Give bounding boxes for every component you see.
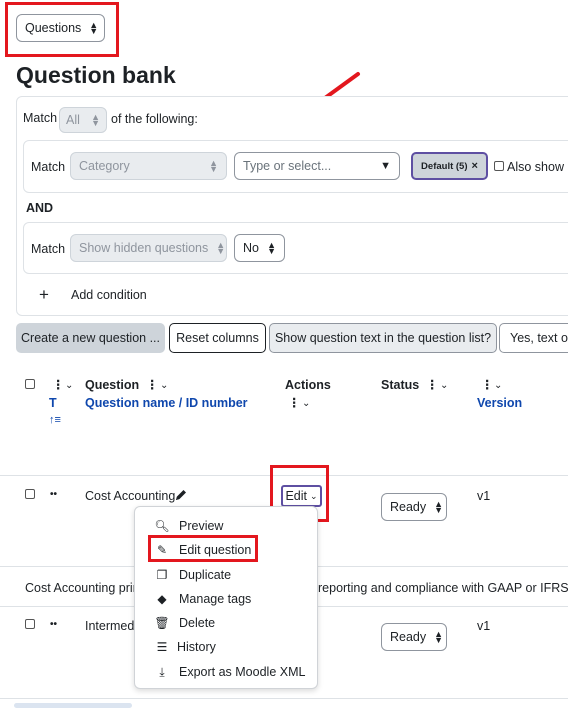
drag-handle-icon[interactable]: ••	[50, 489, 57, 500]
sort-updown-icon: ▲ ▼	[89, 20, 99, 36]
reset-columns-button[interactable]: Reset columns	[169, 323, 266, 353]
chevron-down-icon: ⌄	[310, 490, 318, 501]
condition-match-label: Match	[31, 242, 66, 256]
sort-updown-icon: ▲ ▼	[91, 112, 100, 128]
and-label: AND	[26, 201, 54, 215]
menu-item-label: Manage tags	[179, 592, 252, 606]
hidden-value-label: No	[243, 241, 259, 255]
actions-column-header: Actions	[285, 378, 331, 392]
menu-item-label: Duplicate	[179, 568, 232, 582]
chevron-down-icon[interactable]: ⌄	[302, 398, 310, 409]
match-all-label: All	[66, 113, 80, 127]
select-all-checkbox[interactable]	[25, 379, 35, 389]
sort-updown-icon: ▲ ▼	[267, 240, 276, 256]
row-checkbox[interactable]	[25, 619, 35, 629]
menu-item-label: History	[177, 640, 216, 654]
column-menu-icon[interactable]: ⋮	[426, 377, 438, 392]
of-following-label: of the following:	[111, 112, 198, 126]
zoom-icon: 🔍︎	[154, 519, 170, 533]
page-title: Question bank	[16, 62, 176, 88]
chevron-down-icon[interactable]: ⌄	[440, 380, 448, 391]
plus-icon: +	[39, 285, 49, 304]
version-value: v1	[477, 489, 491, 503]
show-question-text-button[interactable]: Show question text in the question list?	[269, 323, 497, 353]
status-select[interactable]: Ready ▲ ▼	[381, 493, 447, 521]
question-text-preview: Cost Accounting prin	[25, 581, 140, 595]
menu-item-label: Export as Moodle XML	[179, 665, 306, 679]
category-type-placeholder: Type or select...	[243, 159, 332, 173]
menu-item-label: Delete	[179, 616, 216, 630]
chip-label: Default (5)	[421, 160, 468, 172]
hidden-questions-label: Show hidden questions	[79, 241, 209, 255]
download-icon: ⤓	[159, 664, 165, 679]
menu-item-label: Preview	[179, 519, 224, 533]
status-select-label: Ready	[390, 630, 427, 644]
question-name-sort-link[interactable]: Question name / ID number	[85, 396, 248, 410]
table-divider	[0, 698, 568, 699]
version-column-header[interactable]: Version	[477, 396, 522, 410]
status-column-header: Status	[381, 378, 420, 392]
sort-icon[interactable]: ↑≡	[49, 414, 61, 426]
question-name: Cost Accounting	[85, 489, 176, 503]
hidden-value-select[interactable]: No ▲ ▼	[234, 234, 285, 262]
type-column-header[interactable]: T	[49, 396, 57, 410]
scrollbar-thumb[interactable]	[14, 703, 132, 708]
add-condition-button[interactable]: + Add condition	[36, 285, 147, 305]
sort-updown-icon: ▲ ▼	[209, 158, 218, 174]
questions-select-label: Questions	[25, 21, 82, 35]
category-type-input[interactable]: Type or select... ▼	[234, 152, 400, 180]
menu-item-manage-tags[interactable]: ◆ Manage tags	[135, 587, 317, 611]
drag-handle-icon[interactable]: ••	[50, 619, 57, 630]
edit-menu-label: Edit	[285, 489, 307, 503]
dropdown-triangle-icon: ▼	[380, 160, 391, 172]
row-checkbox[interactable]	[25, 489, 35, 499]
trash-icon: 🗑︎	[154, 616, 170, 630]
menu-item-preview[interactable]: 🔍︎ Preview	[135, 514, 317, 538]
menu-item-export-xml[interactable]: ⤓ Export as Moodle XML	[135, 660, 317, 684]
column-menu-icon[interactable]: ⋮	[52, 377, 64, 392]
sort-updown-icon: ▲ ▼	[434, 499, 444, 515]
menu-item-history[interactable]: ☰ History	[135, 635, 317, 659]
pencil-icon[interactable]	[174, 488, 188, 502]
question-name: Intermedi	[85, 619, 138, 633]
sort-updown-icon: ▲ ▼	[216, 240, 226, 256]
table-divider	[0, 475, 568, 476]
category-select[interactable]: Category ▲ ▼	[70, 152, 227, 180]
question-action-menu: 🔍︎ Preview ✎ Edit question ❐ Duplicate ◆…	[134, 506, 318, 689]
menu-item-delete[interactable]: 🗑︎ Delete	[135, 611, 317, 635]
create-new-question-button[interactable]: Create a new question ...	[16, 323, 165, 353]
column-menu-icon[interactable]: ⋮	[146, 377, 158, 392]
question-text-select[interactable]: Yes, text or	[499, 323, 568, 353]
column-menu-icon[interactable]: ⋮	[288, 395, 300, 410]
close-icon[interactable]: ×	[472, 160, 478, 172]
status-select[interactable]: Ready ▲ ▼	[381, 623, 447, 651]
menu-item-label: Edit question	[179, 543, 252, 557]
sort-updown-icon: ▲ ▼	[434, 629, 444, 645]
hidden-questions-select[interactable]: Show hidden questions ▲ ▼	[70, 234, 227, 262]
add-condition-label: Add condition	[71, 288, 147, 302]
match-all-select[interactable]: All ▲ ▼	[59, 107, 107, 133]
chevron-down-icon[interactable]: ⌄	[160, 380, 168, 391]
also-show-label: Also show o	[507, 160, 568, 174]
match-label: Match	[23, 111, 58, 125]
question-text-preview-end: reporting and compliance with GAAP or IF…	[318, 581, 568, 595]
status-select-label: Ready	[390, 500, 427, 514]
history-icon: ☰	[156, 640, 168, 654]
menu-item-duplicate[interactable]: ❐ Duplicate	[135, 563, 317, 587]
questions-select[interactable]: Questions ▲ ▼	[16, 14, 105, 42]
edit-menu-button[interactable]: Edit ⌄	[281, 485, 322, 507]
tag-icon: ◆	[157, 592, 167, 606]
copy-icon: ❐	[156, 568, 168, 582]
pencil-icon: ✎	[156, 543, 168, 557]
chevron-down-icon[interactable]: ⌄	[494, 380, 502, 391]
menu-item-edit-question[interactable]: ✎ Edit question	[135, 538, 317, 562]
category-select-label: Category	[79, 159, 130, 173]
chevron-down-icon[interactable]: ⌄	[65, 380, 73, 391]
column-menu-icon[interactable]: ⋮	[481, 377, 493, 392]
category-chip[interactable]: Default (5) ×	[411, 152, 488, 180]
version-value: v1	[477, 619, 491, 633]
also-show-checkbox[interactable]	[494, 161, 504, 171]
condition-match-label: Match	[31, 160, 66, 174]
question-column-header: Question	[85, 378, 140, 392]
